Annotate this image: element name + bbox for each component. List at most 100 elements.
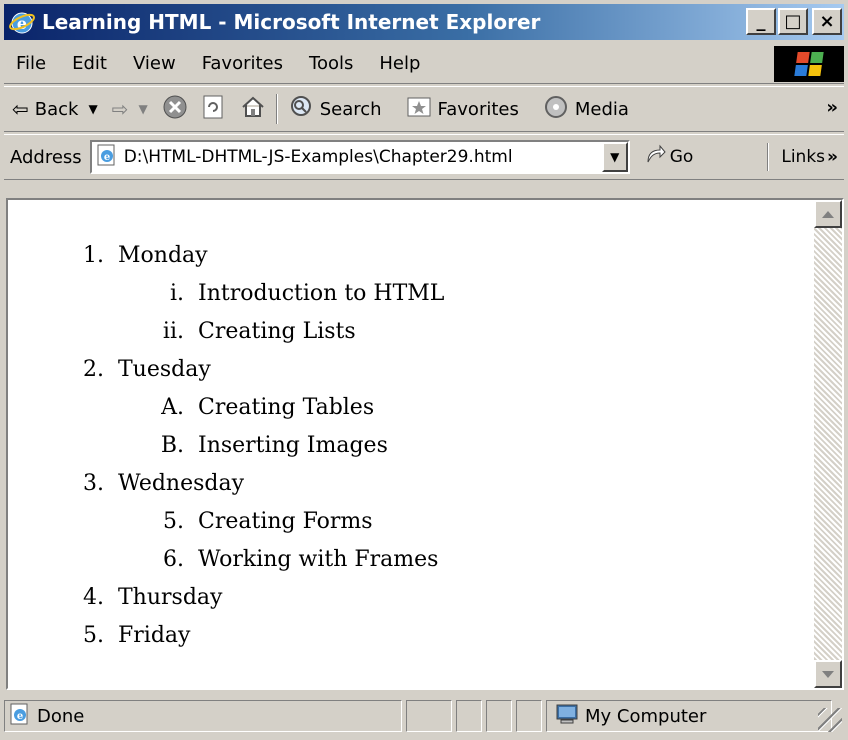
address-value: D:\HTML-DHTML-JS-Examples\Chapter29.html [123, 147, 513, 167]
links-button[interactable]: Links » [767, 143, 838, 171]
svg-text:e: e [104, 152, 110, 163]
media-label: Media [574, 98, 629, 120]
title-bar[interactable]: e Learning HTML - Microsoft Internet Exp… [4, 4, 844, 40]
toolbar-separator [275, 94, 278, 124]
menu-file[interactable]: File [4, 53, 59, 74]
maximize-button[interactable]: □ [778, 8, 808, 35]
menu-view[interactable]: View [120, 53, 189, 74]
browser-window: e Learning HTML - Microsoft Internet Exp… [0, 0, 848, 740]
status-text-panel: e Done [4, 700, 402, 732]
list-item: i. Introduction to HTML [148, 274, 444, 312]
list-item-text: Introduction to HTML [198, 280, 445, 306]
window-title: Learning HTML - Microsoft Internet Explo… [42, 10, 541, 34]
list-marker: 1. [83, 242, 104, 268]
list-marker: 5. [83, 622, 104, 648]
back-arrow-icon: ⇦ [12, 97, 29, 121]
down-arrow-icon [822, 670, 834, 678]
list-item: 6. Working with Frames [148, 540, 438, 578]
status-text: Done [37, 705, 85, 727]
search-button[interactable]: Search [288, 94, 382, 125]
address-bar: Address e D:\HTML-DHTML-JS-Examples\Chap… [4, 134, 844, 180]
standard-toolbar: ⇦ Back ▼ ⇨ ▼ Search Favorites Media » [4, 86, 844, 132]
zone-text: My Computer [585, 705, 707, 727]
window-controls: _ □ × [746, 8, 842, 35]
back-button[interactable]: ⇦ Back ▼ [12, 97, 98, 121]
back-label: Back [34, 98, 79, 120]
refresh-button[interactable] [202, 94, 226, 125]
status-panel [516, 700, 542, 732]
page-icon: e [96, 144, 118, 171]
status-panel [486, 700, 512, 732]
stop-button[interactable] [162, 94, 188, 125]
search-icon [288, 94, 314, 125]
list-item: A. Creating Tables [148, 388, 374, 426]
address-input[interactable]: e D:\HTML-DHTML-JS-Examples\Chapter29.ht… [89, 140, 630, 174]
list-item: 1. Monday [68, 236, 208, 274]
list-marker: ii. [162, 318, 184, 344]
list-marker: 2. [83, 356, 104, 382]
forward-arrow-icon: ⇨ [111, 97, 129, 121]
list-marker: 4. [83, 584, 104, 610]
menu-tools[interactable]: Tools [296, 53, 366, 74]
forward-button[interactable]: ⇨ ▼ [112, 97, 148, 121]
list-marker: 5. [163, 508, 184, 534]
security-zone-panel: My Computer [546, 700, 832, 732]
status-panel [456, 700, 482, 732]
minimize-button[interactable]: _ [746, 8, 776, 35]
list-item-text: Working with Frames [198, 546, 439, 572]
menu-bar: File Edit View Favorites Tools Help [4, 44, 844, 84]
go-button[interactable]: Go [644, 144, 693, 171]
list-item: 2. Tuesday [68, 350, 211, 388]
document-body: 1. Monday i. Introduction to HTML ii. Cr… [8, 200, 816, 688]
address-dropdown-button[interactable]: ▼ [601, 142, 628, 172]
page-content-area: 1. Monday i. Introduction to HTML ii. Cr… [6, 198, 844, 690]
close-button[interactable]: × [812, 8, 842, 35]
go-arrow-icon [644, 144, 666, 171]
list-item-text: Creating Tables [198, 394, 375, 420]
home-icon [240, 94, 266, 125]
ie-logo-icon: e [8, 8, 36, 36]
home-button[interactable] [240, 94, 266, 125]
list-item-text: Wednesday [118, 470, 245, 496]
list-item-text: Tuesday [118, 356, 211, 382]
list-item-text: Friday [118, 622, 191, 648]
favorites-button[interactable]: Favorites [406, 95, 519, 124]
list-item-text: Monday [118, 242, 208, 268]
search-label: Search [319, 98, 382, 120]
status-panel [406, 700, 452, 732]
menu-edit[interactable]: Edit [59, 53, 120, 74]
favorites-star-icon [406, 95, 432, 124]
vertical-scrollbar[interactable] [814, 200, 842, 688]
media-icon [543, 94, 569, 125]
forward-dropdown-icon[interactable]: ▼ [138, 102, 147, 116]
resize-grip[interactable] [818, 708, 842, 732]
list-item-text: Thursday [118, 584, 223, 610]
list-item: 5. Friday [68, 616, 190, 654]
list-item: ii. Creating Lists [148, 312, 356, 350]
done-page-icon: e [9, 703, 31, 730]
dropdown-arrow-icon: ▼ [610, 150, 620, 164]
favorites-label: Favorites [437, 98, 519, 120]
list-item: 5. Creating Forms [148, 502, 373, 540]
links-more-chevron-icon: » [827, 147, 838, 167]
list-item: 4. Thursday [68, 578, 222, 616]
list-item-text: Creating Forms [198, 508, 373, 534]
scroll-down-button[interactable] [814, 660, 842, 688]
stop-icon [162, 94, 188, 125]
menu-favorites[interactable]: Favorites [189, 53, 296, 74]
toolbar-more-chevron-icon[interactable]: » [826, 97, 838, 118]
status-bar: e Done My Computer [4, 696, 844, 736]
menu-help[interactable]: Help [366, 53, 433, 74]
back-dropdown-icon[interactable]: ▼ [88, 102, 97, 116]
media-button[interactable]: Media [543, 94, 629, 125]
list-item-text: Creating Lists [198, 318, 356, 344]
list-item-text: Inserting Images [198, 432, 388, 458]
list-item: B. Inserting Images [148, 426, 388, 464]
list-marker: B. [160, 432, 184, 458]
scroll-up-button[interactable] [814, 200, 842, 228]
up-arrow-icon [822, 210, 834, 218]
links-label: Links [781, 147, 826, 167]
list-marker: A. [161, 394, 184, 420]
list-marker: i. [169, 280, 184, 306]
links-separator [767, 143, 770, 171]
